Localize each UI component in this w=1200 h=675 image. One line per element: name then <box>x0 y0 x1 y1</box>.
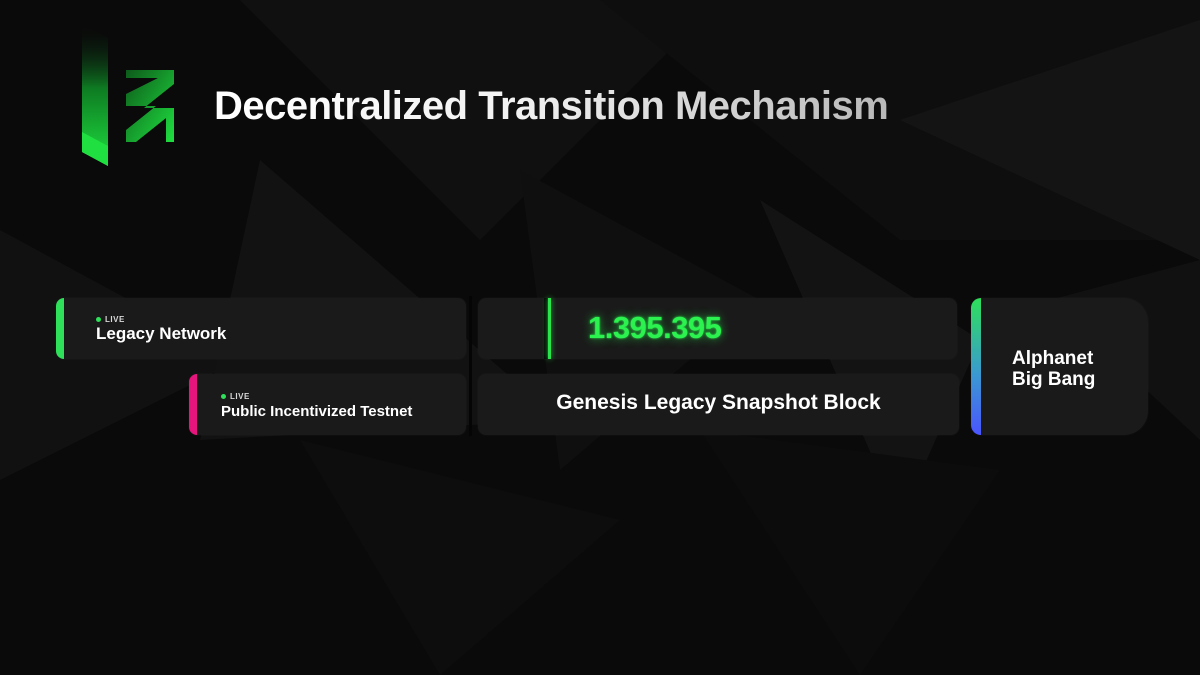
legacy-network-label: Legacy Network <box>96 324 227 343</box>
legacy-network-status: LIVE <box>96 315 125 324</box>
live-label: LIVE <box>105 315 125 324</box>
alphanet-accent <box>971 298 981 435</box>
alphanet-line-2: Big Bang <box>1012 369 1096 390</box>
live-label: LIVE <box>230 392 250 401</box>
live-dot-icon <box>96 317 101 322</box>
timeline-divider <box>469 296 472 436</box>
alphanet-line-1: Alphanet <box>1012 348 1094 369</box>
page-title: Decentralized Transition Mechanism <box>214 84 889 128</box>
snapshot-marker <box>548 298 551 359</box>
alphanet-label: Alphanet Big Bang <box>1012 348 1095 390</box>
pipe-shadow <box>544 298 547 359</box>
testnet-status: LIVE <box>221 392 250 401</box>
block-number-card: 1.395.395 <box>478 298 957 359</box>
snapshot-label-card: Genesis Legacy Snapshot Block <box>478 374 959 435</box>
block-number: 1.395.395 <box>588 310 722 345</box>
alphanet-card: Alphanet Big Bang <box>971 298 1148 435</box>
legacy-network-card: LIVE Legacy Network <box>56 298 466 359</box>
snapshot-label: Genesis Legacy Snapshot Block <box>556 391 881 414</box>
testnet-accent <box>189 374 197 435</box>
testnet-card: LIVE Public Incentivized Testnet <box>189 374 466 435</box>
live-dot-icon <box>221 394 226 399</box>
testnet-label: Public Incentivized Testnet <box>221 403 413 420</box>
zenon-logo-icon <box>78 14 182 172</box>
legacy-network-accent <box>56 298 64 359</box>
